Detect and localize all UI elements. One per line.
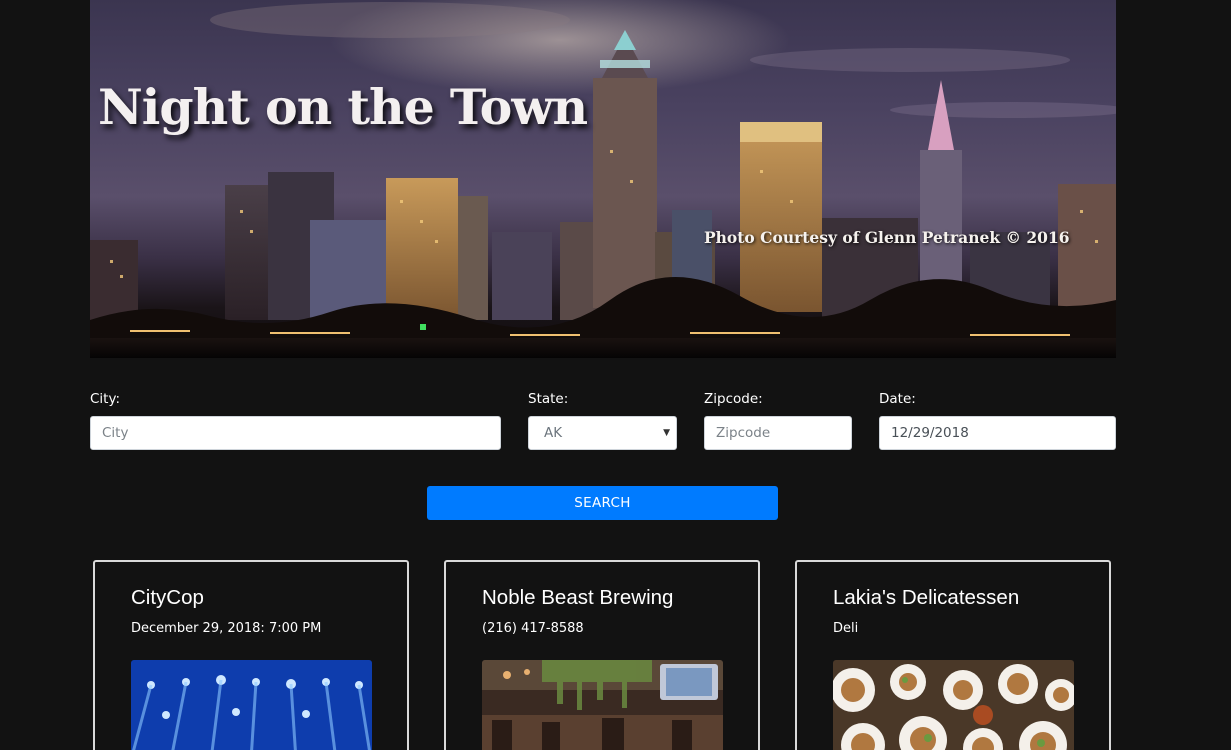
photo-credit: Photo Courtesy of Glenn Petranek © 2016 [704,228,1070,247]
city-skyline-image [90,0,1116,358]
chevron-down-icon: ▼ [663,428,670,438]
card-title: Noble Beast Brewing [482,586,674,609]
page-title: Night on the Town [98,78,588,136]
result-card[interactable]: CityCop December 29, 2018: 7:00 PM [93,560,409,750]
page: Night on the Town Photo Courtesy of Glen… [0,0,1231,750]
card-title: Lakia's Delicatessen [833,586,1020,609]
zipcode-input[interactable] [704,416,852,450]
city-input[interactable] [90,416,501,450]
card-subtitle: Deli [833,621,859,636]
hero-banner: Night on the Town Photo Courtesy of Glen… [90,0,1116,358]
concert-stage-image [131,660,372,750]
brewery-interior-image [482,660,723,750]
date-label: Date: [879,391,916,407]
result-card[interactable]: Noble Beast Brewing (216) 417-8588 [444,560,760,750]
state-select[interactable]: AK ▼ [528,416,677,450]
result-card[interactable]: Lakia's Delicatessen Deli [795,560,1111,750]
zipcode-label: Zipcode: [704,391,763,407]
search-button[interactable]: SEARCH [427,486,778,520]
food-plates-image [833,660,1074,750]
card-subtitle: December 29, 2018: 7:00 PM [131,621,322,636]
card-subtitle: (216) 417-8588 [482,621,584,636]
date-input[interactable] [879,416,1116,450]
card-image[interactable] [833,660,1074,750]
state-select-value: AK [544,425,563,441]
card-image[interactable] [131,660,372,750]
city-label: City: [90,391,121,407]
card-title: CityCop [131,586,204,609]
state-label: State: [528,391,569,407]
card-image[interactable] [482,660,723,750]
